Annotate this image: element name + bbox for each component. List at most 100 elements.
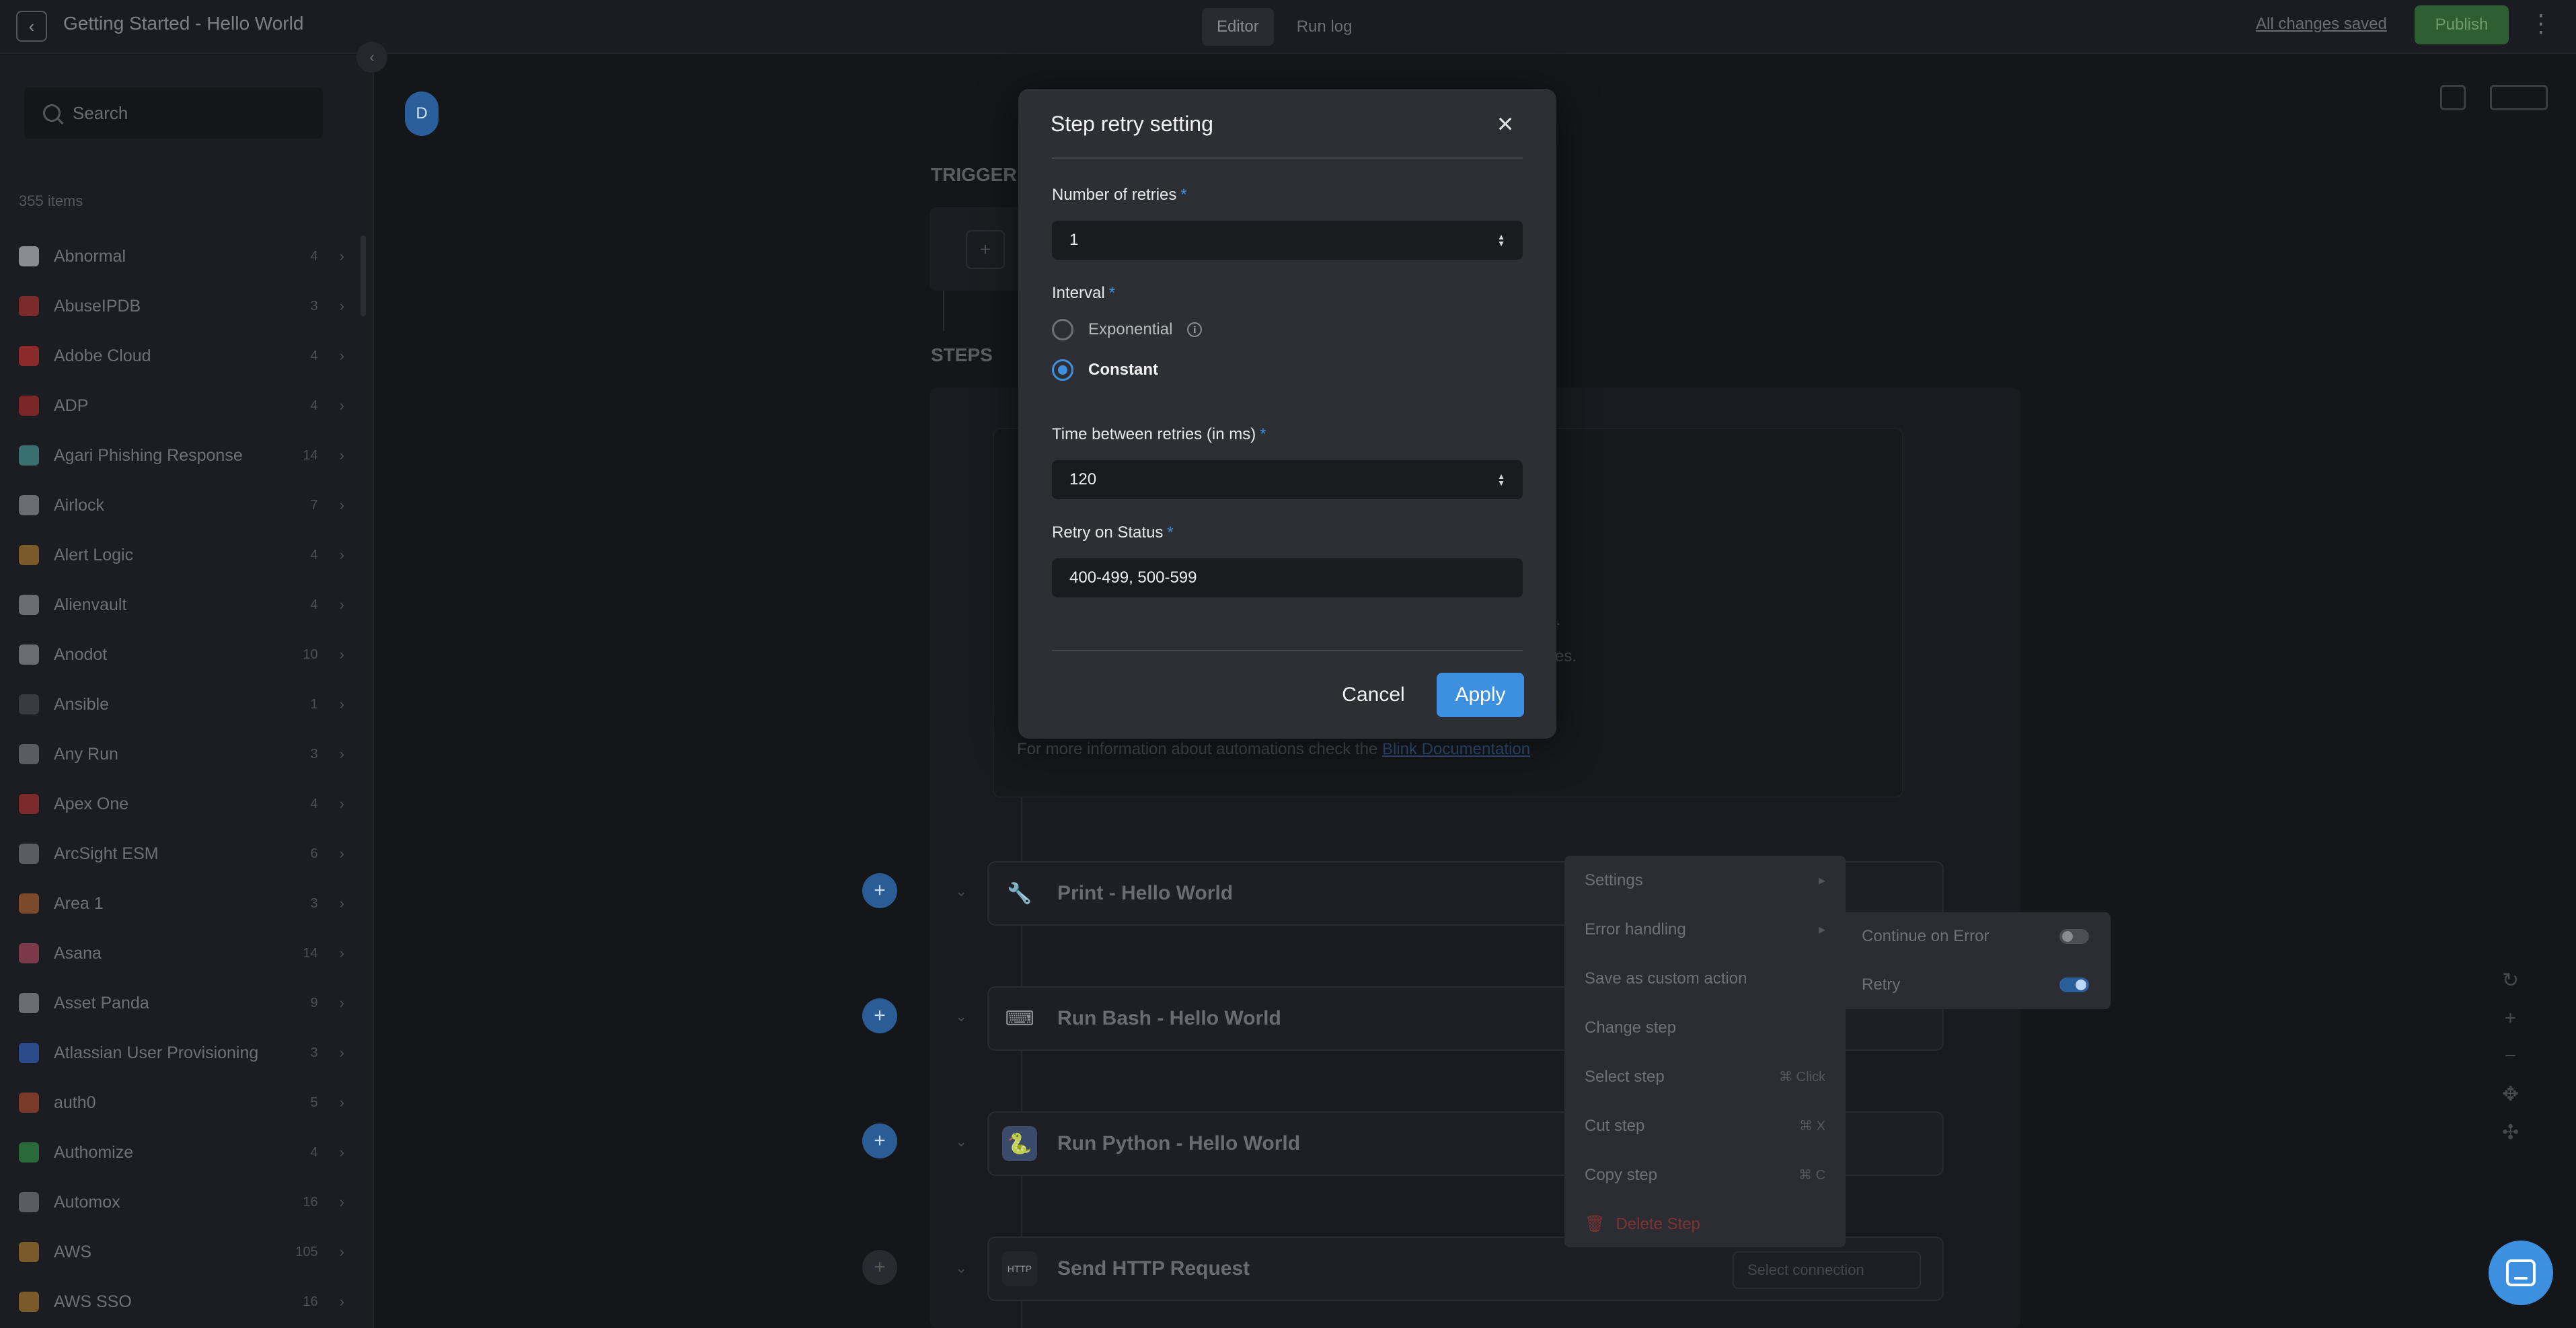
documentation-link[interactable]: Blink Documentation (1382, 740, 1530, 758)
more-options-icon[interactable]: ⋮ (2529, 9, 2553, 38)
list-item[interactable]: Agari Phishing Response 14 › (0, 431, 363, 480)
zoom-out-icon[interactable]: − (2505, 1045, 2517, 1068)
integration-logo-icon (19, 794, 39, 814)
add-step-button[interactable]: + (862, 998, 897, 1033)
chevron-right-icon: › (339, 248, 344, 264)
list-item[interactable]: AWS 105 › (0, 1227, 363, 1277)
tab-run-log[interactable]: Run log (1282, 8, 1367, 46)
save-status-link[interactable]: All changes saved (2256, 15, 2387, 34)
list-item[interactable]: Alienvault 4 › (0, 580, 363, 630)
search-input[interactable]: Search (24, 87, 323, 139)
list-item[interactable]: Automox 16 › (0, 1177, 363, 1227)
constant-radio[interactable] (1052, 359, 1073, 381)
item-count: 4 (310, 796, 318, 811)
list-item[interactable]: ADP 4 › (0, 381, 363, 431)
list-item[interactable]: Adobe Cloud 4 › (0, 331, 363, 381)
context-menu-item[interactable]: Cut step ⌘ X (1564, 1101, 1846, 1150)
submenu-label: Retry (1862, 975, 1901, 994)
sidebar-scrollbar[interactable] (361, 235, 366, 316)
add-step-button[interactable]: + (862, 1250, 897, 1285)
connection-select[interactable]: Select connection (1733, 1251, 1921, 1289)
avatar[interactable]: D (405, 91, 439, 136)
add-step-button[interactable]: + (862, 873, 897, 908)
list-item[interactable]: Asana 14 › (0, 928, 363, 978)
stepper-arrows-icon[interactable]: ▲ ▼ (1497, 233, 1505, 248)
list-item[interactable]: Airlock 7 › (0, 480, 363, 530)
menu-label: 🗑 Delete Step (1585, 1214, 1700, 1234)
list-item[interactable]: Alert Logic 4 › (0, 530, 363, 580)
chevron-down-icon[interactable]: ⌄ (955, 1259, 967, 1277)
collapse-sidebar-button[interactable]: ‹ (356, 42, 387, 73)
context-menu-item[interactable]: 🗑 Delete Step (1564, 1200, 1846, 1249)
integration-logo-icon (19, 296, 39, 316)
list-item[interactable]: auth0 5 › (0, 1078, 363, 1128)
list-item[interactable]: Anodot 10 › (0, 630, 363, 679)
close-icon[interactable]: × (1488, 106, 1523, 141)
label-text: Interval (1052, 284, 1105, 302)
list-item[interactable]: Abnormal 4 › (0, 231, 363, 281)
context-menu-item[interactable]: Settings ▸ (1564, 856, 1846, 905)
step-title: Run Bash - Hello World (1057, 1007, 1281, 1029)
chevron-down-icon[interactable]: ⌄ (955, 883, 967, 900)
context-menu-item[interactable]: Error handling ▸ (1564, 905, 1846, 954)
list-item[interactable]: ArcSight ESM 6 › (0, 829, 363, 879)
exponential-radio[interactable] (1052, 319, 1073, 340)
retries-input[interactable]: 1 ▲ ▼ (1052, 221, 1523, 260)
status-input[interactable]: 400-499, 500-599 (1052, 558, 1523, 597)
item-count: 3 (310, 1045, 318, 1060)
chat-button[interactable] (2489, 1241, 2553, 1305)
info-icon[interactable]: i (1187, 322, 1203, 337)
chevron-right-icon: › (339, 945, 344, 961)
list-item[interactable]: Atlassian User Provisioning 3 › (0, 1028, 363, 1078)
menu-label-text: Settings (1585, 871, 1643, 889)
interval-option-constant[interactable]: Constant (1052, 359, 1158, 381)
publish-button[interactable]: Publish (2415, 5, 2509, 44)
cancel-button[interactable]: Cancel (1333, 673, 1414, 717)
menu-label: Cut step (1585, 1117, 1644, 1136)
trigger-section-label: TRIGGER (931, 164, 1017, 185)
list-item[interactable]: AbuseIPDB 3 › (0, 281, 363, 331)
list-item[interactable]: AWS SSO 16 › (0, 1277, 363, 1327)
list-item[interactable]: Any Run 3 › (0, 729, 363, 779)
interval-option-exponential[interactable]: Exponential i (1052, 319, 1203, 340)
copy-icon[interactable] (2440, 85, 2466, 110)
menu-label-text: Error handling (1585, 920, 1686, 938)
continue-on-error-toggle[interactable] (2059, 929, 2089, 944)
list-item[interactable]: Apex One 4 › (0, 779, 363, 829)
apply-button[interactable]: Apply (1437, 673, 1524, 717)
item-count: 4 (310, 597, 318, 612)
list-item[interactable]: Ansible 1 › (0, 679, 363, 729)
chevron-down-icon[interactable]: ⌄ (955, 1008, 967, 1025)
item-name: Anodot (54, 644, 108, 664)
retry-toggle[interactable] (2059, 977, 2089, 992)
context-menu-item[interactable]: Select step ⌘ Click (1564, 1052, 1846, 1101)
continue-on-error-option[interactable]: Continue on Error (1840, 912, 2111, 961)
chevron-down-icon[interactable]: ⌄ (955, 1133, 967, 1150)
integration-logo-icon (19, 694, 39, 714)
time-input[interactable]: 120 ▲ ▼ (1052, 460, 1523, 499)
list-item[interactable]: Area 1 3 › (0, 879, 363, 928)
zoom-in-icon[interactable]: + (2505, 1007, 2517, 1030)
integration-logo-icon (19, 495, 39, 515)
list-item[interactable]: Asset Panda 9 › (0, 978, 363, 1028)
list-item[interactable]: Authomize 4 › (0, 1128, 363, 1177)
refresh-icon[interactable]: ↻ (2502, 969, 2519, 992)
back-button[interactable]: ‹ (16, 11, 47, 42)
fit-view-icon[interactable]: ✥ (2502, 1082, 2519, 1106)
add-step-button[interactable]: + (862, 1123, 897, 1158)
stepper-arrows-icon[interactable]: ▲ ▼ (1497, 472, 1505, 487)
add-trigger-button[interactable]: + (966, 230, 1005, 269)
menu-label: Copy step (1585, 1166, 1657, 1185)
integration-logo-icon (19, 595, 39, 615)
integration-logo-icon (19, 1292, 39, 1312)
retry-option[interactable]: Retry (1840, 961, 2111, 1009)
tab-editor[interactable]: Editor (1202, 8, 1274, 46)
step-title: Send HTTP Request (1057, 1257, 1250, 1280)
chevron-right-icon: › (339, 1243, 344, 1260)
item-count: 10 (303, 647, 318, 662)
context-menu-item[interactable]: Save as custom action (1564, 954, 1846, 1003)
center-icon[interactable]: ✣ (2502, 1121, 2519, 1144)
context-menu-item[interactable]: Change step (1564, 1003, 1846, 1052)
context-menu-item[interactable]: Copy step ⌘ C (1564, 1150, 1846, 1200)
expand-icon[interactable] (2490, 85, 2548, 110)
